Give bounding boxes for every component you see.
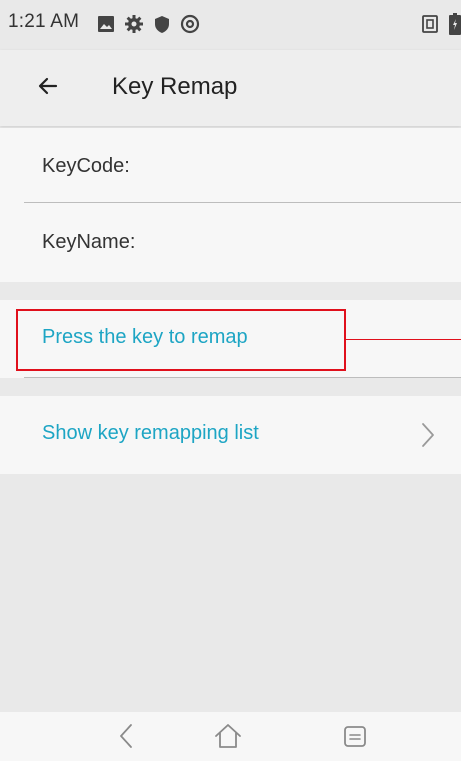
key-info-section: KeyCode: KeyName:	[0, 128, 461, 282]
chevron-right-icon	[420, 421, 436, 454]
gear-icon	[124, 14, 144, 39]
highlight-line	[346, 339, 461, 340]
sim-icon	[421, 14, 439, 39]
nav-back-button[interactable]	[111, 722, 143, 754]
nav-back-icon	[117, 722, 137, 755]
status-bar: 1:21 AM	[0, 0, 461, 50]
app-bar: Key Remap	[0, 50, 461, 126]
nav-menu-icon	[342, 723, 368, 754]
show-list-row[interactable]: Show key remapping list	[0, 396, 461, 474]
nav-menu-button[interactable]	[339, 722, 371, 754]
show-list-label: Show key remapping list	[42, 422, 259, 444]
status-time: 1:21 AM	[8, 11, 80, 32]
keyname-label: KeyName:	[42, 231, 136, 253]
status-icons-right	[421, 13, 461, 40]
status-icons-left	[96, 14, 200, 39]
page-title: Key Remap	[112, 73, 238, 100]
nav-home-icon	[213, 722, 243, 755]
battery-icon	[449, 13, 461, 40]
divider	[24, 377, 461, 378]
nav-bar	[0, 712, 461, 761]
highlight-box	[16, 309, 346, 371]
shield-icon	[152, 14, 172, 39]
keycode-label: KeyCode:	[42, 155, 130, 177]
back-button[interactable]	[30, 70, 66, 106]
at-sign-icon	[180, 14, 200, 39]
arrow-back-icon	[36, 74, 60, 103]
nav-home-button[interactable]	[212, 722, 244, 754]
divider	[24, 202, 461, 203]
image-icon	[96, 14, 116, 39]
